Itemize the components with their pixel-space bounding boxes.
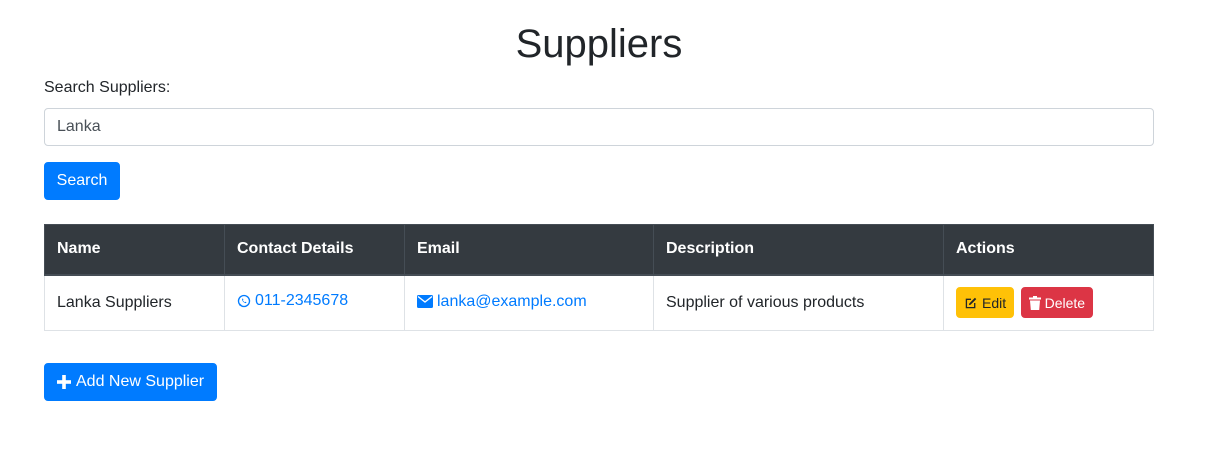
column-header-actions: Actions: [943, 224, 1154, 276]
add-supplier-label: Add New Supplier: [76, 373, 205, 390]
envelope-icon: [417, 295, 433, 308]
edit-button-label: Edit: [982, 294, 1007, 311]
table-row: Lanka Suppliers 011-2345678 lanka@exampl…: [44, 274, 1154, 331]
supplier-description: Supplier of various products: [653, 274, 944, 331]
add-supplier-button[interactable]: Add New Supplier: [44, 363, 218, 401]
page-title: Suppliers: [515, 22, 683, 66]
supplier-email-link[interactable]: lanka@example.com: [417, 293, 587, 311]
plus-icon: [57, 375, 71, 389]
supplier-name: Lanka Suppliers: [44, 274, 225, 331]
table-header-row: Name Contact Details Email Description A…: [44, 224, 1154, 276]
column-header-email: Email: [404, 224, 654, 276]
whatsapp-icon: [237, 294, 251, 308]
suppliers-page: Suppliers Search Suppliers: Search Name …: [44, 20, 1154, 401]
edit-icon: [964, 296, 978, 310]
search-input[interactable]: [44, 108, 1154, 146]
column-header-description: Description: [653, 224, 944, 276]
supplier-contact-cell: 011-2345678: [224, 274, 405, 331]
supplier-contact-link[interactable]: 011-2345678: [237, 292, 348, 310]
delete-button-label: Delete: [1044, 294, 1086, 311]
trash-icon: [1028, 295, 1041, 310]
suppliers-table: Name Contact Details Email Description A…: [44, 224, 1154, 331]
column-header-name: Name: [44, 224, 225, 276]
supplier-contact-text: 011-2345678: [255, 292, 349, 310]
edit-button[interactable]: Edit: [956, 287, 1015, 319]
search-button[interactable]: Search: [44, 162, 120, 200]
column-header-contact: Contact Details: [224, 224, 405, 276]
supplier-actions-cell: Edit Delete: [943, 274, 1154, 331]
supplier-email-text: lanka@example.com: [437, 292, 587, 310]
search-label: Search Suppliers:: [44, 79, 171, 96]
delete-button[interactable]: Delete: [1020, 287, 1094, 319]
supplier-email-cell: lanka@example.com: [404, 274, 654, 331]
